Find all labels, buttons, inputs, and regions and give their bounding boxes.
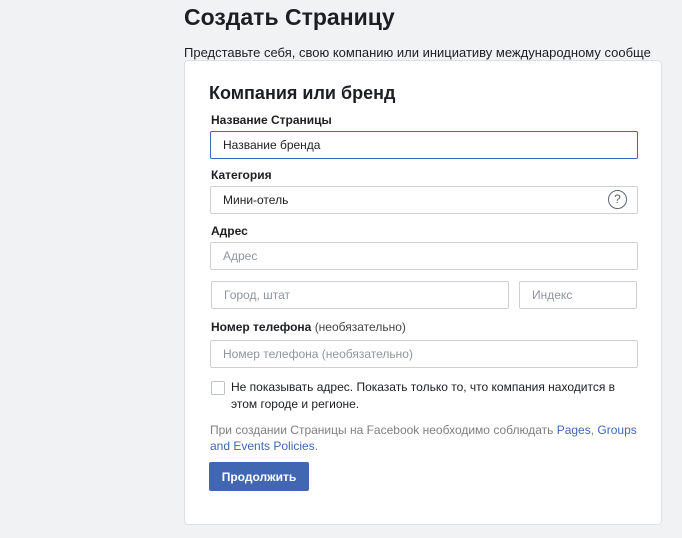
page-subtitle: Представьте себя, свою компанию или иниц… xyxy=(184,45,651,60)
page-name-label: Название Страницы xyxy=(211,113,332,127)
pages-policy-link[interactable]: Pages xyxy=(557,423,591,437)
continue-button[interactable]: Продолжить xyxy=(209,462,309,491)
card-title: Компания или бренд xyxy=(209,83,396,103)
page-name-input[interactable] xyxy=(210,131,638,159)
address-label: Адрес xyxy=(211,224,248,238)
policy-text-body: При создании Страницы на Facebook необхо… xyxy=(210,423,557,437)
address-input[interactable] xyxy=(210,242,638,270)
phone-label: Номер телефона (необязательно) xyxy=(211,320,406,334)
category-field[interactable]: Мини-отель ? xyxy=(210,186,638,214)
phone-label-text: Номер телефона xyxy=(211,320,312,334)
policy-end: . xyxy=(314,439,319,453)
category-value: Мини-отель xyxy=(223,193,289,207)
create-page-card: Компания или бренд Название Страницы Кат… xyxy=(184,60,662,525)
phone-label-optional: (необязательно) xyxy=(314,320,406,334)
zip-input[interactable] xyxy=(519,281,637,309)
city-input[interactable] xyxy=(211,281,509,309)
hide-address-checkbox[interactable] xyxy=(211,381,225,395)
hide-address-label: Не показывать адрес. Показать только то,… xyxy=(231,380,616,411)
phone-input[interactable] xyxy=(210,340,638,368)
category-label: Категория xyxy=(211,168,272,182)
policy-text: При создании Страницы на Facebook необхо… xyxy=(210,422,640,454)
page-title: Создать Страницу xyxy=(184,4,395,30)
help-icon[interactable]: ? xyxy=(608,190,627,209)
